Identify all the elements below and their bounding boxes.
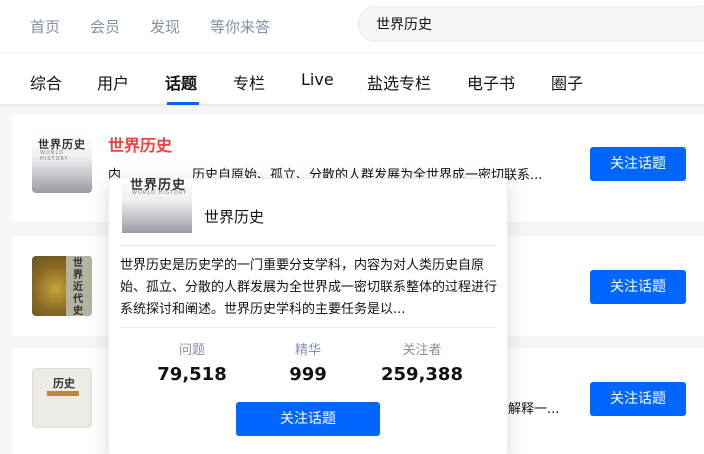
nav-membership-link[interactable]: 会员 — [90, 16, 120, 37]
cover-bar — [47, 391, 79, 396]
cover-title-text: 世界近代史 — [73, 258, 83, 316]
tab-salt-columns[interactable]: 盐选专栏 — [367, 70, 431, 94]
tab-columns[interactable]: 专栏 — [233, 70, 265, 94]
topic-cover-image[interactable]: 历史 — [32, 368, 92, 428]
stat-questions[interactable]: 问题 79,518 — [137, 339, 247, 385]
stat-label: 精华 — [294, 343, 321, 358]
popover-topic-title[interactable]: 世界历史 — [204, 206, 264, 227]
stat-featured[interactable]: 精华 999 — [253, 339, 363, 385]
popover-cover-image[interactable]: 世界历史 WORLD HISTORY — [122, 178, 192, 233]
nav-home-link[interactable]: 首页 — [30, 16, 60, 37]
topic-description: 解释一... — [508, 402, 560, 417]
follow-topic-button[interactable]: 关注话题 — [590, 270, 686, 304]
top-navbar: 首页 会员 发现 等你来答 — [0, 0, 704, 52]
tab-ebooks[interactable]: 电子书 — [467, 70, 515, 94]
stat-value: 999 — [289, 364, 327, 385]
topic-cover-image[interactable]: 世界历史 WORLD HISTORY — [32, 133, 92, 193]
popover-follow-button[interactable]: 关注话题 — [236, 402, 380, 436]
follow-topic-button[interactable]: 关注话题 — [590, 382, 686, 416]
divider — [120, 245, 496, 246]
stat-value: 79,518 — [157, 364, 227, 385]
tab-users[interactable]: 用户 — [97, 70, 129, 94]
popover-description: 世界历史是历史学的一门重要分支学科，内容为对人类历史自原始、孤立、分散的人群发展… — [120, 258, 498, 317]
search-box — [358, 6, 704, 42]
nav-waiting-answers-link[interactable]: 等你来答 — [210, 16, 270, 37]
tab-live[interactable]: Live — [301, 70, 334, 89]
cover-subtitle-text: WORLD HISTORY — [40, 150, 69, 162]
topic-hover-card: 世界历史 WORLD HISTORY 世界历史 世界历史是历史学的一门重要分支学… — [108, 178, 508, 454]
tab-all[interactable]: 综合 — [30, 70, 62, 94]
topic-title-link[interactable]: 世界历史 — [108, 132, 172, 156]
tab-circles[interactable]: 圈子 — [551, 70, 583, 94]
cover-subtitle-text: WORLD HISTORY — [132, 190, 188, 196]
follow-topic-button[interactable]: 关注话题 — [590, 147, 686, 181]
stat-label: 关注者 — [402, 343, 442, 358]
nav-discover-link[interactable]: 发现 — [150, 16, 180, 37]
stat-label: 问题 — [178, 343, 205, 358]
cover-title-text: 历史 — [53, 377, 75, 390]
divider — [120, 327, 496, 328]
tab-topics[interactable]: 话题 — [165, 70, 197, 94]
stat-value: 259,388 — [381, 364, 463, 385]
search-input[interactable] — [376, 14, 676, 34]
stat-followers[interactable]: 关注者 259,388 — [367, 339, 477, 385]
topic-cover-image[interactable]: 世界近代史 — [32, 256, 92, 316]
active-tab-indicator — [167, 102, 199, 105]
search-tabs: 综合 用户 话题 专栏 Live 盐选专栏 电子书 圈子 — [0, 52, 704, 105]
